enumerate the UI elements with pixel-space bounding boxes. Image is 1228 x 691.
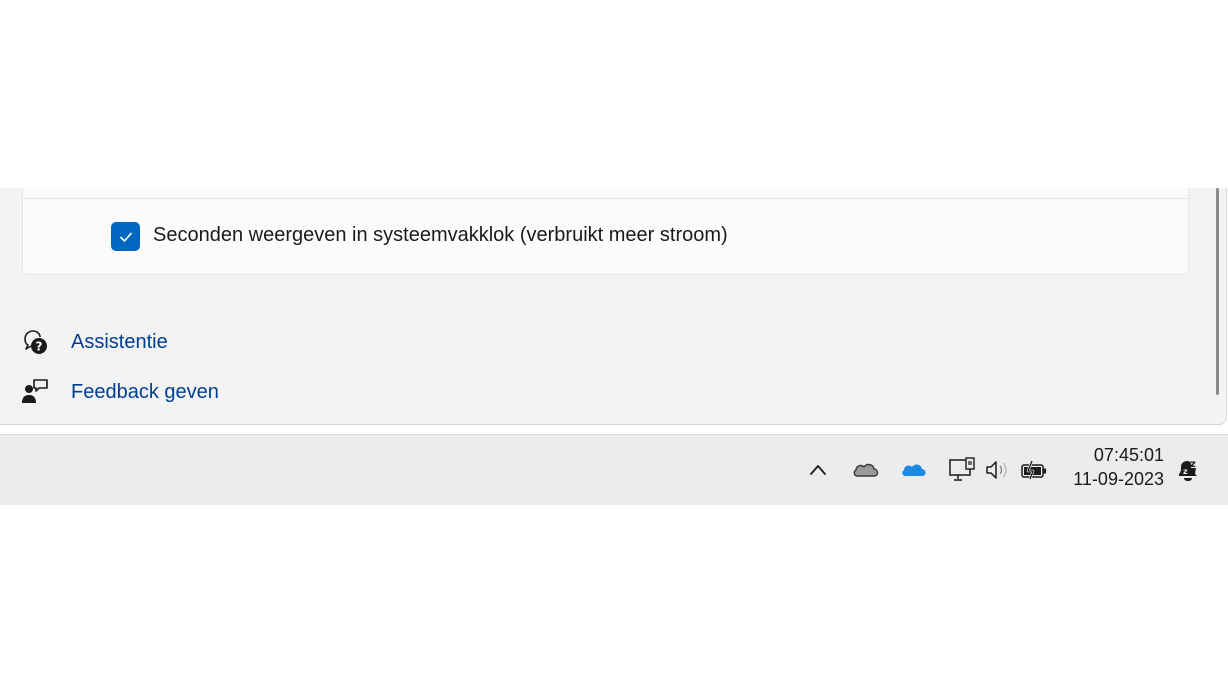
- settings-card-clock-options: Seconden weergeven in systeemvakklok (ve…: [22, 199, 1189, 275]
- clock-time: 07:45:01: [1093, 445, 1164, 465]
- feedback-link-label: Feedback geven: [71, 380, 219, 403]
- feedback-link[interactable]: Feedback geven: [20, 377, 219, 407]
- notification-bell-snooze-icon[interactable]: z z: [1173, 455, 1203, 485]
- seconds-checkbox[interactable]: [111, 222, 140, 251]
- settings-card-previous: [22, 188, 1189, 199]
- help-chat-icon: ?: [20, 327, 50, 357]
- chevron-up-icon[interactable]: [803, 455, 833, 485]
- seconds-checkbox-label[interactable]: Seconden weergeven in systeemvakklok (ve…: [153, 224, 728, 247]
- checkmark-icon: [119, 232, 132, 242]
- feedback-person-icon: [20, 377, 50, 407]
- onedrive-blue-icon[interactable]: [899, 455, 929, 485]
- network-pc-icon[interactable]: [947, 455, 977, 485]
- clock-date: 11-09-2023: [1073, 469, 1164, 489]
- scrollbar[interactable]: [1216, 188, 1219, 395]
- volume-icon[interactable]: [983, 455, 1013, 485]
- battery-charging-icon[interactable]: [1019, 455, 1049, 485]
- assistance-link[interactable]: ? Assistentie: [20, 327, 168, 357]
- svg-text:z: z: [1190, 459, 1196, 470]
- taskbar-clock[interactable]: 07:45:01 11-09-2023: [1073, 443, 1164, 491]
- settings-window: Seconden weergeven in systeemvakklok (ve…: [0, 188, 1227, 425]
- onedrive-gray-icon[interactable]: [851, 455, 881, 485]
- assistance-link-label: Assistentie: [71, 330, 168, 353]
- svg-text:z: z: [1183, 467, 1188, 476]
- svg-text:?: ?: [36, 340, 43, 354]
- taskbar: 07:45:01 11-09-2023 z z: [0, 434, 1228, 505]
